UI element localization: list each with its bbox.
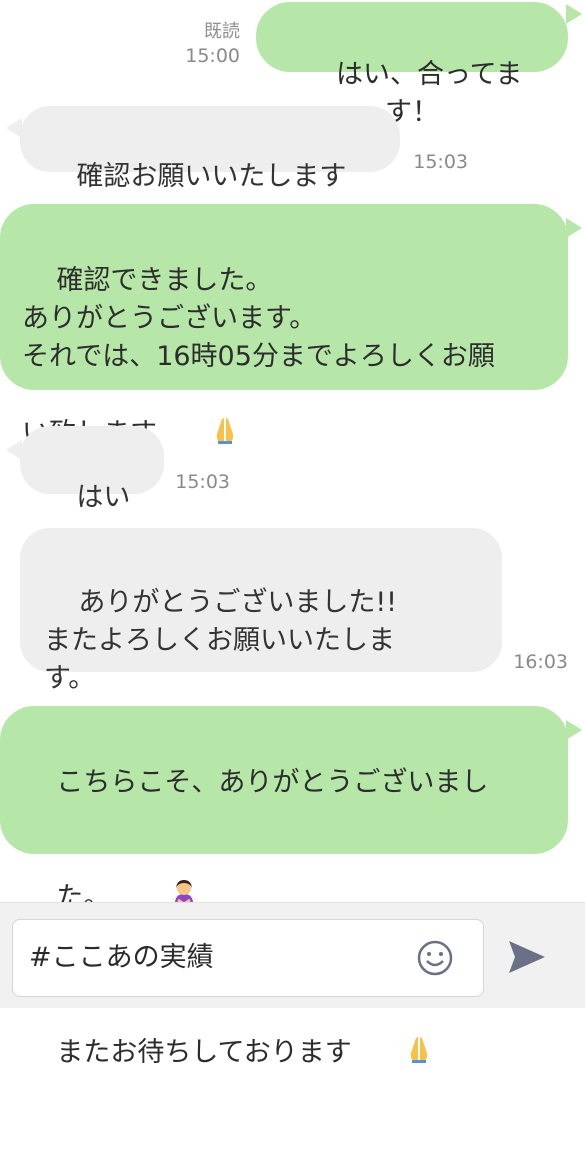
folded-hands-icon: [354, 995, 434, 1112]
read-label: 既読: [204, 21, 240, 42]
bubble-tail: [566, 720, 582, 740]
message-bubble-incoming[interactable]: 確認お願いいたします: [20, 106, 400, 264]
message-bubble-outgoing[interactable]: はい、合ってます！: [256, 2, 568, 128]
send-icon[interactable]: [505, 937, 549, 977]
read-status: 既読 15:00: [180, 20, 240, 68]
message-input-text: #ここあの実績: [29, 942, 214, 973]
message-text: こちらこそ、ありがとうございまし: [56, 767, 489, 798]
message-bubble-outgoing[interactable]: こちらこそ、ありがとうございまし た。 またお待ちしております: [0, 706, 568, 1068]
bubble-tail: [566, 218, 582, 238]
message-time: 15:03: [175, 471, 230, 493]
message-bubble-incoming[interactable]: はい: [20, 426, 164, 582]
message-text: またお待ちしております: [56, 1037, 352, 1068]
message-time: 16:03: [513, 651, 568, 673]
message-bubble-incoming[interactable]: ありがとうございました!! またよろしくお願いいたしま す。: [20, 528, 502, 694]
smiley-icon[interactable]: [415, 938, 455, 978]
message-text: 確認できました。 ありがとうございます。 それでは、16時05分までよろしくお願…: [22, 265, 495, 449]
bubble-tail: [566, 4, 582, 24]
message-input-bar: #ここあの実績: [0, 902, 585, 1008]
message-text: はい: [76, 482, 131, 513]
message-text: 確認お願いいたします: [76, 161, 347, 192]
message-time: 15:03: [413, 151, 468, 173]
message-text: ありがとうございました!! またよろしくお願いいたしま す。: [44, 587, 397, 694]
message-time: 15:00: [185, 45, 240, 67]
message-bubble-outgoing[interactable]: 確認できました。 ありがとうございます。 それでは、16時05分までよろしくお願…: [0, 204, 568, 449]
chat-area: 既読 15:00 はい、合ってます！ 確認お願いいたします 15:03 確認でき…: [0, 0, 585, 1068]
message-input[interactable]: #ここあの実績: [12, 919, 484, 997]
